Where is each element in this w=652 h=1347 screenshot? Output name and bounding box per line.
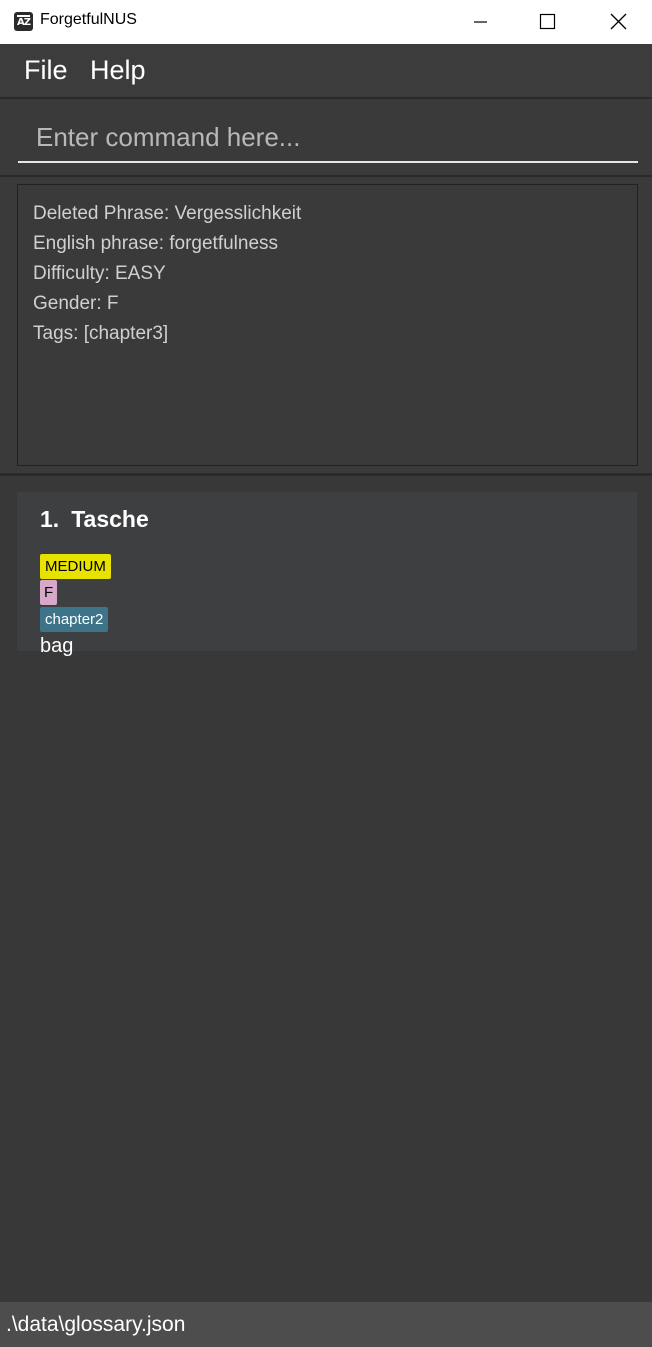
minimize-button[interactable]	[444, 0, 514, 44]
close-icon	[610, 13, 627, 30]
minimize-icon	[474, 21, 487, 23]
phrase-meaning: bag	[40, 635, 74, 657]
command-input[interactable]	[18, 113, 638, 163]
menu-file[interactable]: File	[24, 54, 68, 86]
close-button[interactable]	[582, 0, 652, 44]
result-display[interactable]: Deleted Phrase: Vergesslichkeit English …	[17, 184, 638, 466]
maximize-button[interactable]	[512, 0, 582, 44]
result-line: Gender: F	[33, 293, 119, 314]
app-logo-icon: AZ	[14, 12, 33, 31]
phrase-card[interactable]: 1. Tasche MEDIUM F chapter2 bag	[17, 492, 637, 657]
gender-badge: F	[40, 580, 58, 605]
window-title: ForgetfulNUS	[40, 11, 137, 28]
difficulty-badge: MEDIUM	[40, 554, 111, 579]
result-text: Deleted Phrase: Vergesslichkeit English …	[33, 199, 301, 349]
phrase-title: 1. Tasche	[40, 504, 149, 534]
phrase-text: Tasche	[71, 506, 149, 532]
result-line: Deleted Phrase: Vergesslichkeit	[33, 203, 302, 224]
save-location-path: .\data\glossary.json	[6, 1313, 186, 1336]
app-window: AZ ForgetfulNUS File Help Enter command …	[0, 0, 652, 1347]
tag-badge: chapter2	[40, 607, 109, 632]
result-display-panel: Deleted Phrase: Vergesslichkeit English …	[0, 177, 652, 473]
status-bar: .\data\glossary.json	[0, 1302, 652, 1347]
result-line: Difficulty: EASY	[33, 263, 166, 284]
title-bar: AZ ForgetfulNUS	[0, 0, 652, 44]
result-line: Tags: [chapter3]	[33, 323, 169, 344]
phrase-list[interactable]: 1. Tasche MEDIUM F chapter2 bag	[0, 476, 652, 1300]
menu-help[interactable]: Help	[90, 54, 146, 86]
result-line: English phrase: forgetfulness	[33, 233, 279, 254]
maximize-icon	[539, 13, 556, 30]
command-box	[0, 99, 652, 175]
phrase-index: 1.	[40, 506, 60, 532]
menu-bar: File Help	[0, 44, 652, 97]
